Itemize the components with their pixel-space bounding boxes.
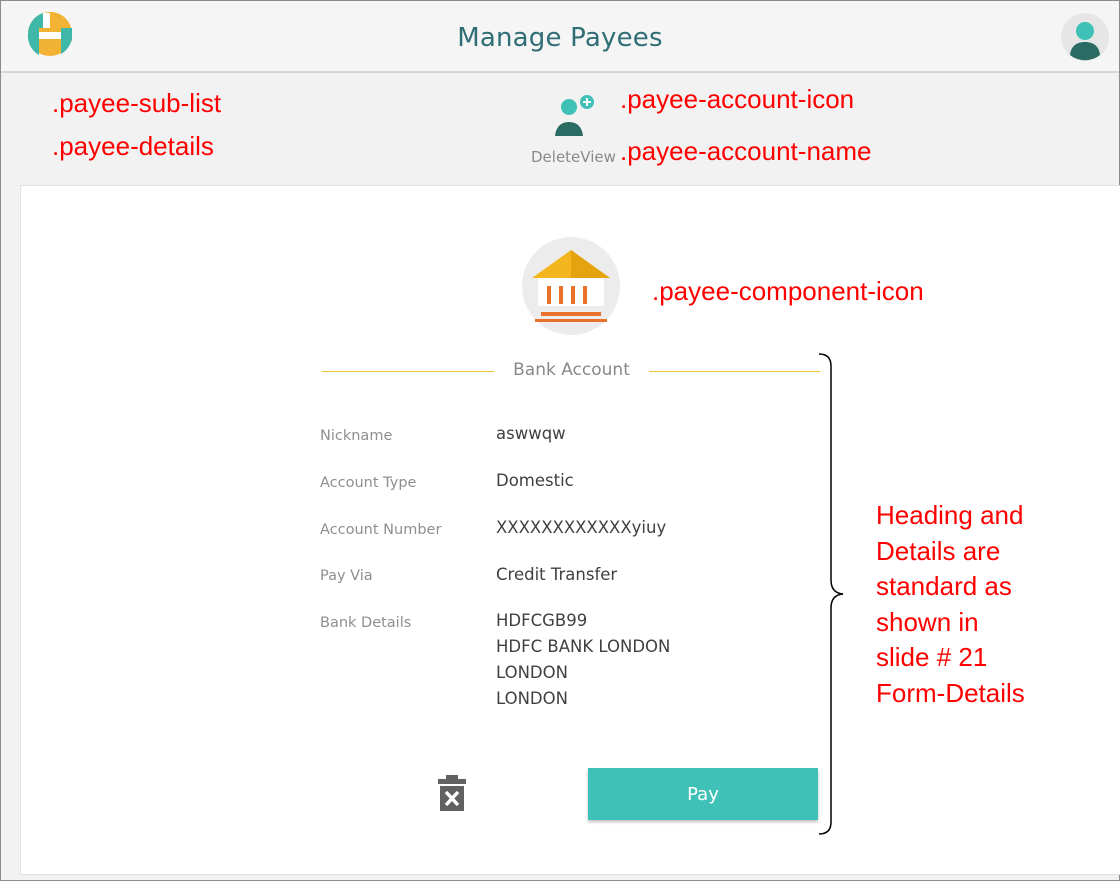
detail-label: Account Number xyxy=(320,522,442,538)
annotation-note-line: Details are xyxy=(876,535,1001,566)
detail-value: aswwqw xyxy=(496,424,566,443)
section-heading: Bank Account xyxy=(322,356,820,386)
user-avatar-icon[interactable] xyxy=(1061,13,1109,61)
top-header: Manage Payees xyxy=(1,1,1119,73)
detail-label: Pay Via xyxy=(320,568,373,584)
annotation-note-line: Heading and xyxy=(876,500,1024,530)
annotation-account-name: .payee-account-name xyxy=(620,136,872,166)
heading-divider-right xyxy=(649,371,820,372)
heading-divider-left xyxy=(322,371,494,372)
annotation-component-icon: .payee-component-icon xyxy=(652,276,924,306)
bank-details-value: HDFCGB99 HDFC BANK LONDON LONDON LONDON xyxy=(496,608,670,712)
annotation-details: .payee-details xyxy=(52,131,214,161)
payee-account-name[interactable]: DeleteView xyxy=(531,148,616,166)
annotation-brace xyxy=(818,353,844,835)
bank-details-line: HDFC BANK LONDON xyxy=(496,637,671,656)
detail-value: Domestic xyxy=(496,471,574,490)
add-person-icon[interactable] xyxy=(552,92,598,138)
pay-button[interactable]: Pay xyxy=(588,768,818,820)
detail-value: Credit Transfer xyxy=(496,565,618,584)
bank-details-line: LONDON xyxy=(496,663,568,682)
annotation-note-line: Form-Details xyxy=(876,677,1025,708)
page-title: Manage Payees xyxy=(457,23,663,53)
annotation-note-line: shown in xyxy=(876,606,979,637)
bank-details-line: HDFCGB99 xyxy=(496,611,588,630)
detail-label: Nickname xyxy=(320,428,393,444)
annotation-note-line: slide # 21 xyxy=(876,642,988,672)
section-heading-text: Bank Account xyxy=(513,360,630,380)
detail-label: Account Type xyxy=(320,475,417,491)
annotation-note-line: standard as xyxy=(876,571,1012,601)
bank-icon xyxy=(522,237,620,335)
trash-icon[interactable] xyxy=(437,775,467,811)
annotation-note: Heading and Details are standard as show… xyxy=(876,498,1025,711)
annotation-sub-list: .payee-sub-list xyxy=(52,88,222,118)
detail-value: XXXXXXXXXXXXyiuy xyxy=(496,518,667,537)
bank-details-line: LONDON xyxy=(496,689,568,708)
detail-label: Bank Details xyxy=(320,615,412,631)
annotation-account-icon: .payee-account-icon xyxy=(620,84,855,114)
